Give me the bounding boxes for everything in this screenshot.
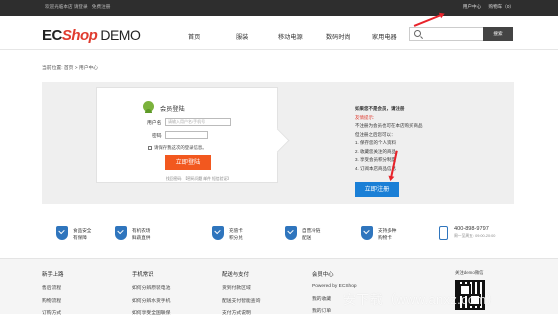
nav-power-bank[interactable]: 移动电源 — [278, 32, 303, 41]
forgot-password: 找回密码: 【密码问题 邮件 短信验证】 — [166, 177, 231, 182]
remember-checkbox[interactable] — [148, 145, 152, 150]
tip-line: 4. 订阅本店商品信息 — [355, 165, 397, 171]
remember-me[interactable]: 请保存我这次的登录信息。 — [148, 145, 207, 151]
service-line2: 购物卡 — [378, 235, 392, 240]
search-button[interactable]: 搜索 — [483, 27, 513, 41]
phone-icon — [439, 226, 448, 240]
footer-link[interactable]: 售后流程 — [42, 284, 64, 291]
search-input[interactable] — [424, 29, 474, 39]
login-title: 会员登陆 — [160, 106, 185, 113]
user-center-link[interactable]: 用户中心 — [463, 4, 481, 9]
nav-digital-fashion[interactable]: 数码时尚 — [326, 32, 351, 41]
username-field[interactable]: 请输入用户名/手机号 — [165, 118, 231, 126]
footer-link[interactable]: 如何分辨水货手机 — [132, 297, 170, 304]
footer-link[interactable]: 支付方式说明 — [222, 309, 260, 316]
register-info: 如果您不是会员，请注册 友情提示: 不注册为会员也可在本店购买商品 但注册之后您… — [355, 105, 423, 173]
site-logo[interactable]: ECShop DEMO — [42, 27, 141, 44]
register-button[interactable]: 立即注册 — [355, 182, 399, 197]
service-line2: 配送 — [302, 235, 312, 240]
footer-link[interactable]: 配送支付智能查询 — [222, 297, 260, 304]
footer-column-head: 手机常识 — [132, 272, 154, 278]
tip-title: 友情提示: — [355, 114, 375, 120]
footer-link[interactable]: 我的订单 — [312, 307, 357, 314]
logo-ec: EC — [42, 27, 62, 44]
remember-label: 请保存我这次的登录信息。 — [154, 145, 207, 150]
tip-line: 但注册之后您可以： — [355, 131, 396, 137]
member-avatar-icon — [143, 101, 154, 113]
card-icon — [212, 226, 224, 240]
login-button[interactable]: 立即登陆 — [165, 155, 211, 170]
header-divider — [0, 49, 558, 50]
footer-column-head: 会员中心 — [312, 272, 334, 278]
top-bar: 欢迎光临本店 请登录 免费注册 用户中心 购物车（0） — [0, 0, 558, 16]
shield-check-icon — [56, 226, 68, 240]
service-line1: 自营冷链 — [302, 228, 321, 233]
forgot-prefix: 找回密码: — [166, 177, 183, 181]
qr-label: 关注demo微信 — [455, 270, 484, 275]
service-line1: 充值卡 — [229, 228, 243, 233]
tip-line: 1. 保存您的个人资料 — [355, 140, 397, 145]
tip-line: 不注册为会员也可在本店购买商品 — [355, 123, 423, 128]
footer-link[interactable]: 货到付款区域 — [222, 284, 260, 291]
footer-column-head: 配送与支付 — [222, 272, 249, 278]
nav-home-appliances[interactable]: 家用电器 — [372, 32, 397, 41]
logo-shop: Shop — [61, 27, 98, 44]
password-field[interactable] — [165, 131, 208, 139]
hotline-number: 400-898-9797 — [454, 226, 489, 232]
watermark: 安下载（www.anxz.com） — [343, 292, 500, 307]
nav-clothing[interactable]: 服装 — [236, 32, 248, 41]
service-line2: 积分兑 — [229, 235, 243, 240]
truck-icon — [285, 226, 297, 240]
forgot-links[interactable]: 【密码问题 邮件 短信验证】 — [183, 177, 231, 181]
service-line2: 有保障 — [73, 235, 87, 240]
search-icon — [414, 30, 421, 37]
welcome-login-link[interactable]: 欢迎光临本店 请登录 — [45, 4, 88, 9]
footer-link[interactable]: 订购方式 — [42, 309, 64, 316]
search-box: 搜索 — [409, 27, 513, 41]
service-line1: 食品安全 — [73, 228, 92, 233]
cart-link[interactable]: 购物车（0） — [488, 4, 514, 9]
register-question: 如果您不是会员，请注册 — [355, 106, 405, 111]
hotline-hours: 周一至周五: 09:00-20:00 — [454, 234, 496, 238]
leaf-icon — [115, 226, 127, 240]
footer-link[interactable]: 如何分辨原装电池 — [132, 284, 170, 291]
free-register-link[interactable]: 免费注册 — [92, 4, 110, 9]
service-line2: 鲜蔬直供 — [132, 235, 151, 240]
service-line1: 有机农场 — [132, 228, 151, 233]
footer-link[interactable]: 购物流程 — [42, 297, 64, 304]
gift-card-icon — [361, 226, 373, 240]
top-right-links: 用户中心 购物车（0） — [457, 4, 514, 10]
welcome-text: 欢迎光临本店 请登录 免费注册 — [45, 4, 113, 10]
footer-link[interactable]: 如何享受全国联保 — [132, 309, 170, 316]
footer-column-head: 新手上路 — [42, 272, 64, 278]
logo-demo: DEMO — [100, 27, 141, 43]
username-label: 用户名 — [147, 121, 162, 126]
tip-line: 2. 收藏您关注的商品 — [355, 148, 397, 154]
service-line1: 支持多种 — [378, 228, 397, 233]
tip-line: 3. 享受会员积分制度 — [355, 157, 397, 162]
nav-home[interactable]: 首页 — [188, 32, 200, 41]
breadcrumb: 当前位置: 首页 > 用户中心 — [42, 66, 99, 71]
password-label: 密码 — [152, 134, 162, 139]
